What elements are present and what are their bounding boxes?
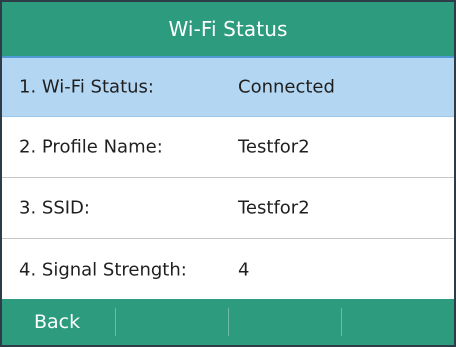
phone-screen: Wi-Fi Status 1. Wi-Fi Status: Connected … [0,0,456,347]
back-softkey[interactable]: Back [2,299,115,345]
list-item-signal-strength[interactable]: 4. Signal Strength: 4 [2,239,454,300]
title-bar: Wi-Fi Status [2,2,454,56]
ssid-label: 3. SSID: [19,197,90,219]
softkey-4[interactable] [341,299,454,345]
ssid-value: Testfor2 [238,197,310,219]
signal-strength-value: 4 [238,259,250,280]
status-list: 1. Wi-Fi Status: Connected 2. Profile Na… [2,56,454,300]
wifi-status-label: 1. Wi-Fi Status: [19,76,154,98]
signal-strength-label: 4. Signal Strength: [19,259,187,280]
profile-name-value: Testfor2 [238,136,310,158]
softkey-2[interactable] [115,299,228,345]
softkey-3[interactable] [228,299,341,345]
page-title: Wi-Fi Status [168,17,288,41]
softkey-bar: Back [2,299,454,345]
wifi-status-value: Connected [238,76,335,98]
list-item-ssid[interactable]: 3. SSID: Testfor2 [2,178,454,239]
profile-name-label: 2. Profile Name: [19,136,163,158]
list-item-wifi-status[interactable]: 1. Wi-Fi Status: Connected [2,56,454,117]
list-item-profile-name[interactable]: 2. Profile Name: Testfor2 [2,117,454,178]
